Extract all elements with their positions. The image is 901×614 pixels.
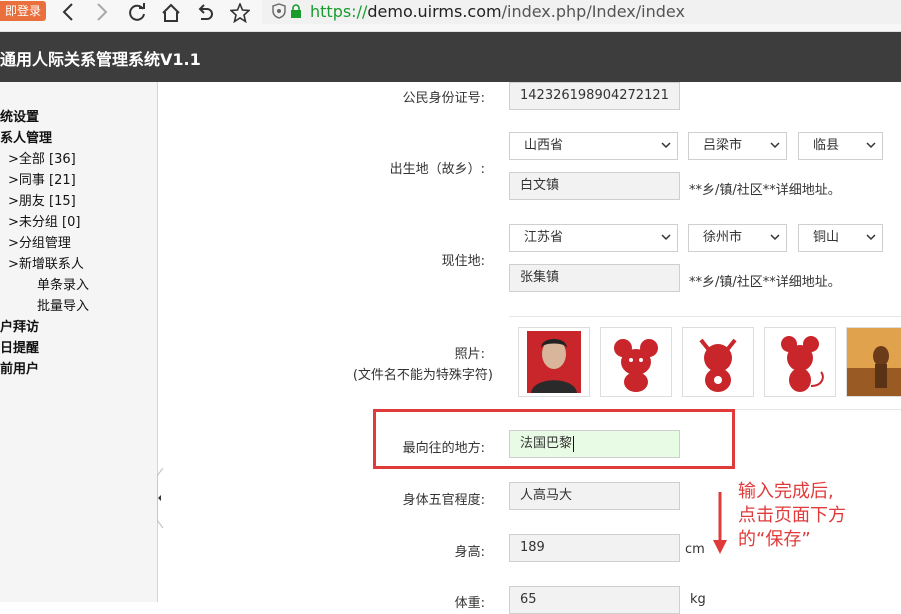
photo-label: 照片: [454,347,485,362]
birthplace-county-value: 临县 [813,138,840,153]
sidebar-item-ungrouped[interactable]: >未分组 [0] [8,213,80,233]
photo-thumb-ox[interactable] [682,327,754,397]
residence-detail-hint: **乡/镇/社区**详细地址。 [689,275,841,290]
photo-note: (文件名不能为特殊字符) [352,368,493,383]
chevron-down-icon [866,142,876,149]
features-label: 身体五官程度: [402,493,485,508]
birthplace-detail-hint: **乡/镇/社区**详细地址。 [689,183,841,198]
features-input[interactable]: 人高马大 [509,482,680,510]
birthplace-city-value: 吕梁市 [703,138,743,153]
photo-strip [509,316,901,410]
home-icon[interactable] [159,0,183,24]
annotation-line-3: 的“保存” [738,529,811,550]
favorite-place-label: 最向往的地方: [402,441,485,456]
birthplace-province-value: 山西省 [524,138,564,153]
residence-province-value: 江苏省 [524,230,564,245]
weight-unit: kg [690,592,706,607]
browser-toolbar: 即登录 https://demo.uirms.com/index.php/Ind… [0,0,901,32]
sidebar-collapse-handle[interactable] [157,468,163,528]
chevron-down-icon [866,234,876,241]
photo-thumb-rat-1[interactable] [600,327,672,397]
lock-icon [291,4,301,18]
sidebar-item-system-settings[interactable]: 统设置 [0,108,39,128]
height-input[interactable]: 189 [509,534,680,562]
chevron-down-icon [770,142,780,149]
chevron-down-icon [770,234,780,241]
chevron-down-icon [661,234,671,241]
birthplace-province-select[interactable]: 山西省 [509,132,678,160]
sidebar-item-colleagues[interactable]: >同事 [21] [8,171,76,191]
id-number-input[interactable]: 142326198904272121 [509,82,680,110]
residence-county-select[interactable]: 铜山 [798,224,883,252]
reload-icon[interactable] [125,0,149,24]
residence-county-value: 铜山 [813,230,840,245]
annotation-line-1: 输入完成后, [738,481,834,502]
residence-city-select[interactable]: 徐州市 [688,224,787,252]
url-host: demo.uirms.com [367,2,502,21]
app-header: 通用人际关系管理系统V1.1 [0,32,901,82]
chevron-down-icon [661,142,671,149]
birthplace-county-select[interactable]: 临县 [798,132,883,160]
birthplace-detail-input[interactable]: 白文镇 [509,172,680,200]
residence-city-value: 徐州市 [703,230,743,245]
photo-thumb-rat-2[interactable] [764,327,836,397]
weight-input[interactable]: 65 [509,586,680,614]
residence-label: 现住地: [441,254,485,269]
url-scheme: https:// [310,2,368,21]
sidebar-item-friends[interactable]: >朋友 [15] [8,192,76,212]
shield-icon [272,3,286,19]
sidebar: 统设置 系人管理 >全部 [36] >同事 [21] >朋友 [15] >未分组… [0,82,158,602]
sidebar-item-single-entry[interactable]: 单条录入 [37,276,89,296]
app-title: 通用人际关系管理系统V1.1 [0,50,201,69]
favorite-place-input[interactable]: 法国巴黎 [509,430,680,458]
residence-detail-input[interactable]: 张集镇 [509,264,680,292]
sidebar-item-batch-import[interactable]: 批量导入 [37,297,89,317]
id-number-label: 公民身份证号: [402,91,485,106]
address-bar[interactable]: https://demo.uirms.com/index.php/Index/i… [262,0,901,24]
sidebar-item-customer-visits[interactable]: 户拜访 [0,318,39,338]
forward-icon[interactable] [90,0,114,24]
birthplace-city-select[interactable]: 吕梁市 [688,132,787,160]
residence-province-select[interactable]: 江苏省 [509,224,678,252]
instruction-annotation: 输入完成后, 点击页面下方 的“保存” [738,480,846,552]
back-icon[interactable] [56,0,80,24]
favorite-place-value: 法国巴黎 [520,436,573,451]
sidebar-item-current-user[interactable]: 前用户 [0,360,39,380]
sidebar-item-new-contact[interactable]: >新增联系人 [8,255,84,275]
text-caret [573,435,575,452]
sidebar-item-contact-management[interactable]: 系人管理 [0,129,52,149]
sidebar-item-group-management[interactable]: >分组管理 [8,234,71,254]
annotation-line-2: 点击页面下方 [738,505,846,526]
sidebar-item-all[interactable]: >全部 [36] [8,150,76,170]
height-label: 身高: [454,545,485,560]
url-path: /index.php/Index/index [501,2,685,21]
url-text: https://demo.uirms.com/index.php/Index/i… [310,1,685,23]
star-icon[interactable] [228,0,252,24]
undo-icon[interactable] [193,0,217,24]
down-arrow-icon [713,492,727,554]
height-unit: cm [685,542,705,557]
login-badge[interactable]: 即登录 [0,1,47,21]
photo-thumb-portrait[interactable] [518,327,590,397]
photo-thumb-landscape[interactable] [846,327,901,397]
sidebar-item-birthday-reminders[interactable]: 日提醒 [0,339,39,359]
birthplace-label: 出生地（故乡）: [389,162,485,177]
